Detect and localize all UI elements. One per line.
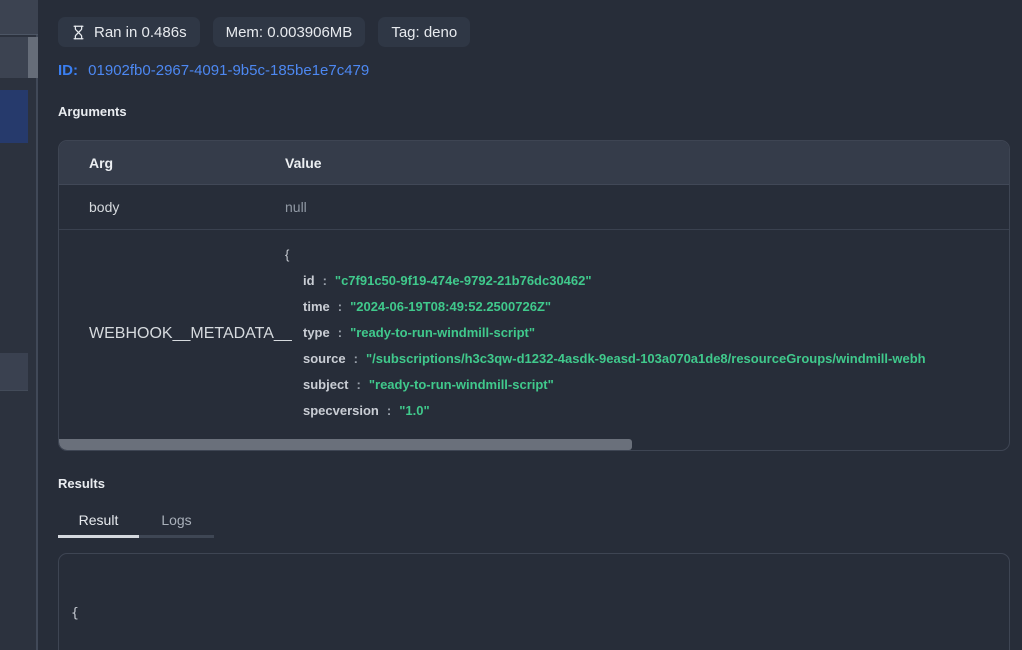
arguments-heading: Arguments — [58, 104, 1010, 119]
arg-name: WEBHOOK__METADATA__ — [59, 325, 285, 343]
json-value: "c7f91c50-9f19-474e-9792-21b76dc30462" — [335, 273, 592, 288]
json-colon: : — [323, 273, 327, 288]
json-value: "/subscriptions/h3c3qw-d1232-4asdk-9easd… — [366, 351, 926, 366]
metadata-json-value: { id: "c7f91c50-9f19-474e-9792-21b76dc304… — [285, 230, 1009, 438]
duration-badge: Ran in 0.486s — [58, 17, 200, 47]
json-entry: type: "ready-to-run-windmill-script" — [285, 320, 1009, 346]
tag-badge-label: Tag: deno — [391, 24, 457, 41]
tab-result[interactable]: Result — [58, 505, 139, 538]
rail-item[interactable] — [0, 353, 28, 391]
arg-column-header: Arg — [59, 155, 285, 171]
memory-badge: Mem: 0.003906MB — [213, 17, 366, 47]
results-heading: Results — [58, 476, 1010, 491]
table-row: body null — [59, 185, 1009, 230]
run-stats-row: Ran in 0.486s Mem: 0.003906MB Tag: deno — [58, 17, 1010, 47]
json-entry: source: "/subscriptions/h3c3qw-d1232-4asd… — [285, 346, 1009, 372]
json-entry: id: "c7f91c50-9f19-474e-9792-21b76dc30462… — [285, 268, 1009, 294]
json-key: specversion — [303, 403, 379, 418]
json-colon: : — [338, 299, 342, 314]
results-tabs: Result Logs — [58, 505, 1010, 538]
duration-badge-label: Ran in 0.486s — [94, 24, 187, 41]
json-colon: : — [387, 403, 391, 418]
json-key: source — [303, 351, 346, 366]
json-colon: : — [338, 325, 342, 340]
rail-item-top[interactable] — [0, 0, 38, 35]
value-column-header: Value — [285, 155, 1009, 171]
json-key: subject — [303, 377, 349, 392]
json-key: type — [303, 325, 330, 340]
arguments-table: Arg Value body null WEBHOOK__METADATA__ … — [58, 140, 1010, 451]
table-row: WEBHOOK__METADATA__ { id: "c7f91c50-9f19-… — [59, 230, 1009, 438]
json-colon: : — [354, 351, 358, 366]
json-entry: time: "2024-06-19T08:49:52.2500726Z" — [285, 294, 1009, 320]
job-id-label: ID: — [58, 62, 78, 79]
job-run-detail-panel: Ran in 0.486s Mem: 0.003906MB Tag: deno … — [38, 0, 1022, 650]
json-entry: specversion: "1.0" — [285, 398, 1009, 424]
job-id-value[interactable]: 01902fb0-2967-4091-9b5c-185be1e7c479 — [88, 62, 369, 79]
json-open-brace: { — [285, 242, 1009, 268]
tag-badge: Tag: deno — [378, 17, 470, 47]
rail-item[interactable] — [0, 37, 28, 78]
rail-vertical-scrollbar[interactable] — [28, 37, 38, 78]
job-id-line: ID: 01902fb0-2967-4091-9b5c-185be1e7c479 — [58, 62, 1010, 79]
arg-value-null: null — [285, 199, 1009, 215]
horizontal-scrollbar-track[interactable] — [59, 438, 1009, 450]
result-json-viewer: { "str": "default arg", "union": "Hello … — [58, 553, 1010, 650]
json-key: id — [303, 273, 315, 288]
json-key: time — [303, 299, 330, 314]
json-entry: subject: "ready-to-run-windmill-script" — [285, 372, 1009, 398]
json-value: "ready-to-run-windmill-script" — [369, 377, 554, 392]
rail-item-selected[interactable] — [0, 90, 28, 143]
hourglass-icon — [71, 24, 86, 41]
arguments-table-header: Arg Value — [59, 141, 1009, 185]
tab-logs[interactable]: Logs — [139, 505, 214, 538]
json-value: "2024-06-19T08:49:52.2500726Z" — [350, 299, 551, 314]
code-open-brace: { — [71, 604, 997, 624]
memory-badge-label: Mem: 0.003906MB — [226, 24, 353, 41]
json-value: "ready-to-run-windmill-script" — [350, 325, 535, 340]
left-rail-panel — [0, 0, 38, 650]
horizontal-scrollbar-thumb[interactable] — [59, 439, 632, 450]
arg-name: body — [59, 199, 285, 215]
json-value: "1.0" — [399, 403, 429, 418]
json-colon: : — [357, 377, 361, 392]
